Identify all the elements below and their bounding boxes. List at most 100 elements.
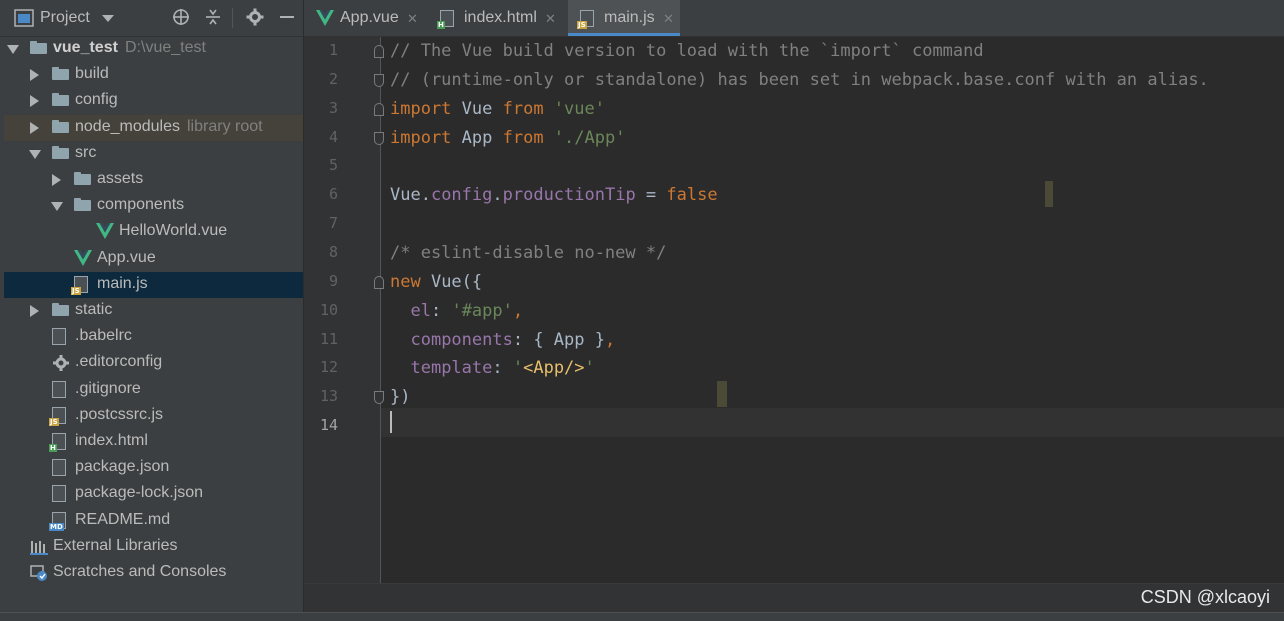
tree-item[interactable]: External Libraries	[4, 534, 303, 560]
code-line: })	[390, 383, 410, 412]
tree-item[interactable]: assets	[4, 167, 303, 193]
code-line: /* eslint-disable no-new */	[390, 239, 666, 268]
code-token: from	[502, 127, 554, 148]
file-type-badge: MD	[49, 522, 64, 531]
code-token: template	[410, 358, 493, 379]
text-caret	[390, 411, 392, 433]
tree-item[interactable]: static	[4, 298, 303, 324]
code-token: from	[502, 98, 554, 119]
folder-icon	[74, 169, 92, 187]
tree-item[interactable]: Scratches and Consoles	[4, 560, 303, 586]
dropdown-chevron-icon[interactable]	[102, 15, 114, 23]
tree-item[interactable]: vue_test D:\vue_test	[4, 36, 303, 62]
tree-item[interactable]: components	[4, 193, 303, 219]
code-token: false	[666, 185, 718, 206]
expanded-arrow-icon[interactable]	[29, 149, 41, 159]
html-file-icon: H	[437, 10, 454, 29]
code-line: components: { App },	[390, 326, 615, 355]
collapsed-arrow-icon[interactable]	[30, 121, 39, 134]
code-token: // (runtime-only or standalone) has been…	[390, 69, 1209, 90]
tree-item[interactable]: node_modules library root	[4, 114, 303, 141]
collapsed-arrow-icon[interactable]	[30, 95, 39, 108]
tree-item[interactable]: .gitignore	[4, 377, 303, 403]
tree-item[interactable]: JS .postcssrc.js	[4, 403, 303, 429]
line-number: 6	[328, 185, 338, 204]
close-icon[interactable]: ✕	[545, 11, 556, 27]
project-panel-title[interactable]: Project	[40, 9, 90, 27]
settings-file-icon	[52, 354, 70, 372]
fold-start-icon[interactable]	[374, 275, 384, 289]
code-line: import Vue from 'vue'	[390, 95, 605, 124]
code-token: '#app'	[451, 300, 513, 321]
collapse-icon[interactable]	[202, 6, 224, 28]
project-panel: Project vue_test D:\vue_testbuild config no…	[0, 0, 303, 612]
tree-item[interactable]: package-lock.json	[4, 481, 303, 507]
tree-item[interactable]: HelloWorld.vue	[4, 219, 303, 245]
editor-tab[interactable]: JS main.js ✕	[568, 0, 680, 36]
brace-highlight	[717, 381, 727, 407]
collapsed-arrow-icon[interactable]	[52, 174, 61, 186]
tree-item-label: vue_test	[53, 39, 118, 56]
line-number: 7	[328, 214, 338, 233]
tree-item[interactable]: JS main.js	[4, 271, 303, 298]
tree-item-label: build	[75, 65, 109, 83]
code-token: :	[430, 300, 452, 321]
crosshair-icon[interactable]	[170, 6, 192, 28]
file-type-badge: JS	[71, 286, 81, 295]
minimize-icon[interactable]	[276, 6, 298, 28]
file-type-badge: JS	[49, 417, 59, 426]
expanded-arrow-icon[interactable]	[7, 45, 19, 54]
expanded-arrow-icon[interactable]	[51, 202, 63, 212]
tree-item-label: main.js	[97, 274, 148, 292]
tree-item[interactable]: config	[4, 88, 303, 114]
collapsed-arrow-icon[interactable]	[30, 305, 39, 317]
close-icon[interactable]: ✕	[407, 11, 418, 27]
tree-item[interactable]: src	[4, 141, 303, 167]
tree-item[interactable]: package.json	[4, 455, 303, 481]
md-file-icon: MD	[49, 511, 66, 531]
tree-item-label: static	[75, 301, 113, 318]
line-number: 2	[328, 69, 338, 88]
line-number: 11	[319, 329, 338, 348]
fold-end-icon[interactable]	[374, 391, 384, 405]
code-token: Vue.	[390, 185, 431, 206]
tree-item[interactable]: Hindex.html	[4, 429, 303, 455]
line-number-gutter[interactable]: 1 2 3 4 5 6 7 8 9 10 11 12 13 14	[304, 37, 384, 583]
tree-item[interactable]: .babelrc	[4, 324, 303, 350]
tree-item[interactable]: build	[4, 62, 303, 88]
code-line: import App from './App'	[390, 124, 625, 153]
line-number: 14	[319, 416, 338, 435]
tree-item[interactable]: App.vue	[4, 246, 303, 272]
code-token: :	[492, 358, 513, 379]
tree-item[interactable]: MD README.md	[4, 508, 303, 534]
file-type-badge: JS	[577, 21, 587, 29]
fold-end-icon[interactable]	[374, 73, 384, 87]
code-token: .	[492, 185, 503, 206]
html-file-icon: H	[49, 433, 66, 452]
gear-icon[interactable]	[244, 6, 266, 28]
code-token: =	[635, 185, 667, 206]
fold-end-icon[interactable]	[374, 131, 384, 145]
fold-start-icon[interactable]	[374, 102, 384, 116]
code-token: ,	[604, 329, 616, 350]
fold-start-icon[interactable]	[374, 45, 384, 58]
tree-item-label: .babelrc	[75, 327, 132, 345]
code-token: './App'	[553, 127, 626, 148]
tree-item[interactable]: .editorconfig	[4, 350, 303, 376]
tree-item-hint: D:\vue_test	[125, 39, 206, 56]
editor-tab[interactable]: App.vue ✕	[304, 0, 428, 36]
line-number: 13	[319, 387, 338, 406]
editor-area: App.vue ✕ Hindex.html ✕ JS main.js ✕ 123456789…	[304, 0, 1284, 612]
project-view-icon	[14, 9, 34, 27]
collapsed-arrow-icon[interactable]	[30, 69, 39, 82]
tree-item-label: README.md	[75, 510, 171, 528]
code-token: productionTip	[502, 185, 636, 206]
tree-item-label: .editorconfig	[75, 353, 163, 371]
folder-icon	[74, 195, 92, 213]
close-icon[interactable]: ✕	[663, 11, 674, 27]
editor-tab[interactable]: Hindex.html ✕	[428, 0, 568, 36]
toolbar-divider	[232, 8, 233, 28]
